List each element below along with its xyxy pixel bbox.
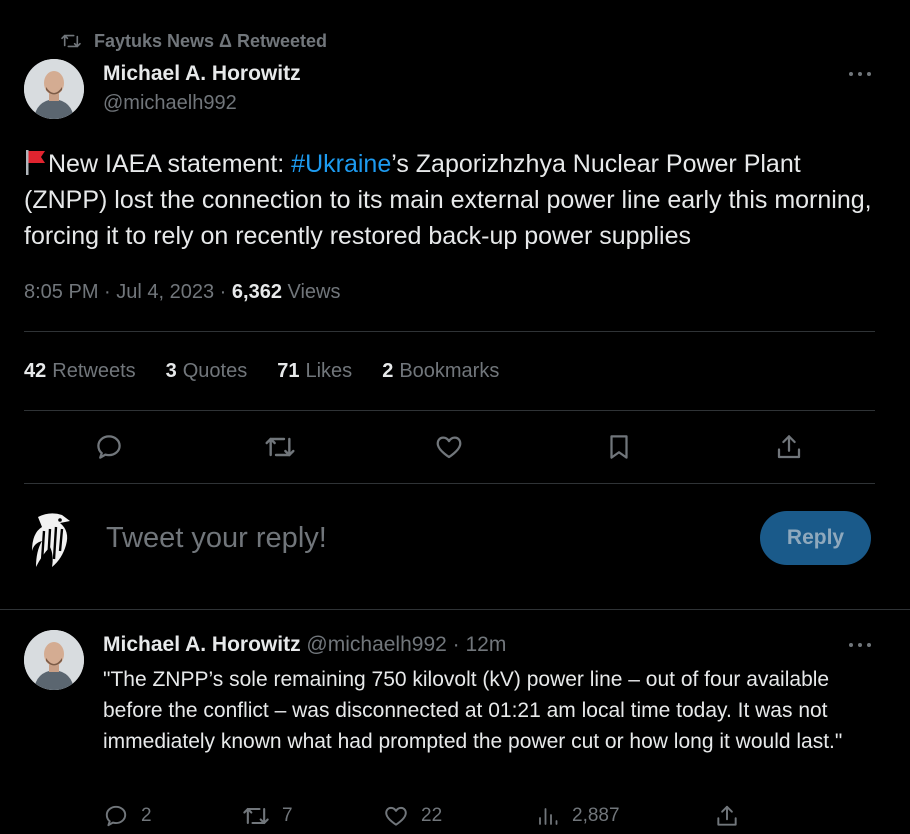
reply-retweet-button[interactable]: 7 [242, 803, 293, 829]
reply-share-button[interactable] [714, 803, 740, 829]
retweet-header[interactable]: Faytuks News Δ Retweeted [60, 30, 327, 52]
reply-avatar[interactable] [24, 630, 84, 690]
reply-count: 2 [141, 805, 152, 826]
retweet-count: 7 [282, 805, 293, 826]
reply-author-name[interactable]: Michael A. Horowitz [103, 633, 301, 656]
retweet-icon[interactable] [264, 432, 295, 462]
share-icon[interactable] [774, 432, 804, 462]
reply-like-button[interactable]: 22 [383, 803, 442, 829]
reply-author-line: Michael A. Horowitz @michaelh992 · 12m [103, 633, 506, 657]
retweet-header-label: Faytuks News Δ Retweeted [94, 30, 328, 51]
views-icon [536, 803, 560, 829]
reply-views-button[interactable]: 2,887 [536, 803, 620, 829]
author-handle[interactable]: @michaelh992 [103, 92, 237, 115]
stat-quotes[interactable]: 3 Quotes [166, 360, 248, 383]
author-name[interactable]: Michael A. Horowitz [103, 62, 301, 86]
retweet-small-icon [60, 32, 82, 50]
divider [0, 609, 910, 610]
reply-reply-button[interactable]: 2 [103, 803, 152, 829]
reply-icon [103, 803, 129, 829]
reply-more-options-icon[interactable] [848, 641, 872, 649]
engagement-stats: 42 Retweets 3 Quotes 71 Likes 2 Bookmarks [24, 360, 499, 383]
brand-logo-icon [30, 511, 74, 569]
reply-input[interactable]: Tweet your reply! [106, 522, 327, 555]
stat-likes[interactable]: 71 Likes [277, 360, 352, 383]
retweet-icon [242, 803, 270, 829]
reply-author-handle[interactable]: @michaelh992 · 12m [306, 633, 506, 656]
divider [24, 331, 875, 332]
bookmark-icon[interactable] [604, 432, 634, 462]
like-icon [383, 803, 409, 829]
like-count: 22 [421, 805, 443, 826]
reply-icon[interactable] [94, 432, 124, 462]
reply-button[interactable]: Reply [760, 511, 871, 565]
stat-retweets[interactable]: 42 Retweets [24, 360, 136, 383]
views-label: Views [281, 281, 341, 303]
divider [24, 483, 875, 484]
share-icon [714, 803, 740, 829]
tweet-meta: 8:05 PM · Jul 4, 2023 · 6,362 Views [24, 281, 341, 304]
reply-text: "The ZNPP’s sole remaining 750 kilovolt … [103, 668, 843, 753]
more-options-icon[interactable] [848, 70, 872, 78]
red-flag-icon [24, 149, 46, 175]
divider [24, 410, 875, 411]
tweet-text-intro: New IAEA statement: [48, 150, 292, 178]
views-count-small: 2,887 [572, 805, 620, 826]
like-icon[interactable] [434, 432, 464, 462]
tweet-text: New IAEA statement: #Ukraine’s Zaporizhz… [24, 146, 874, 254]
hashtag-link[interactable]: #Ukraine [291, 150, 391, 178]
stat-bookmarks[interactable]: 2 Bookmarks [382, 360, 499, 383]
tweet-timestamp[interactable]: 8:05 PM · Jul 4, 2023 · [24, 281, 232, 303]
views-count: 6,362 [231, 281, 282, 303]
avatar[interactable] [24, 59, 84, 119]
